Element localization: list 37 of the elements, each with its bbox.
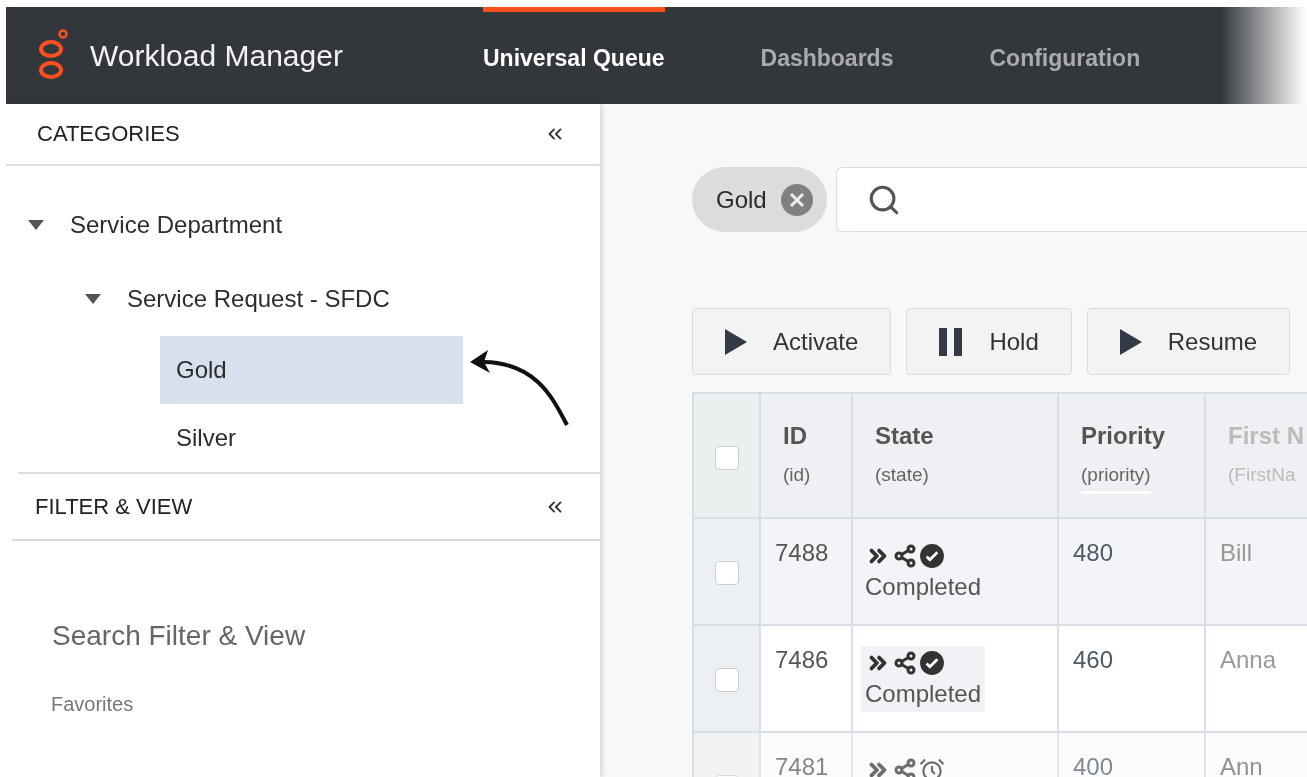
column-field: (priority) <box>1081 464 1151 494</box>
column-title: Priority <box>1081 422 1167 450</box>
chip-label: Gold <box>716 185 767 214</box>
priority-text: 400 <box>1073 753 1115 777</box>
priority-text: 460 <box>1073 646 1115 674</box>
app-title: Workload Manager <box>90 38 343 73</box>
filter-search-field[interactable]: Search Filter & View <box>50 619 470 653</box>
column-header[interactable]: Priority (priority) <box>1059 394 1206 519</box>
tree-item[interactable]: Gold <box>160 336 463 404</box>
tree-item[interactable]: Service Department <box>28 188 600 262</box>
tree-item[interactable]: Service Request - SFDC <box>85 262 600 336</box>
column-field: (id) <box>783 464 811 494</box>
column-title: State <box>875 422 935 450</box>
column-field: (state) <box>875 464 929 494</box>
favorites-label: Favorites <box>51 693 135 716</box>
id-text: 7481 <box>775 753 830 777</box>
name-text: Anna <box>1220 646 1278 674</box>
id-text: 7488 <box>775 539 830 567</box>
id-text: 7486 <box>775 646 830 674</box>
nav-tab[interactable]: Dashboards <box>760 7 894 104</box>
name-text: Bill <box>1220 539 1253 567</box>
column-title: First N <box>1228 422 1305 450</box>
column-header[interactable]: State (state) <box>853 394 1059 519</box>
priority-text: 480 <box>1073 539 1115 567</box>
action-button[interactable]: Activate <box>692 308 892 375</box>
action-button[interactable]: Resume <box>1086 308 1291 375</box>
column-header[interactable]: ID (id) <box>761 394 853 519</box>
tree-item[interactable]: Silver <box>160 404 463 472</box>
state-text: Completed <box>865 573 982 601</box>
action-button[interactable]: Hold <box>906 308 1072 375</box>
state-text: Completed <box>865 680 982 708</box>
column-title: ID <box>783 422 808 450</box>
section-title: FILTER & VIEW <box>35 493 193 520</box>
column-field: (FirstNa <box>1228 464 1296 494</box>
nav-tab[interactable]: Configuration <box>989 7 1141 104</box>
section-title: CATEGORIES <box>37 121 180 147</box>
name-text: Ann <box>1220 753 1264 777</box>
